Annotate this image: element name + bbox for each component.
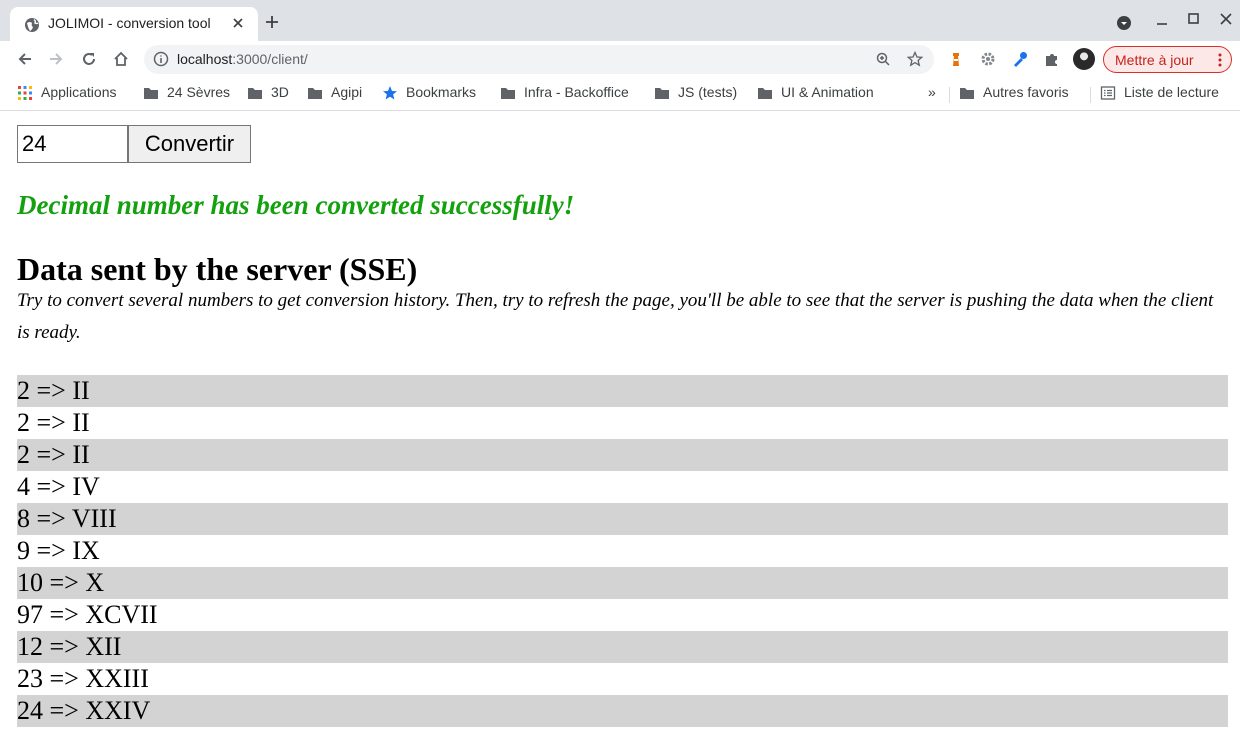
bookmark-label: Autres favoris <box>983 84 1069 100</box>
more-bookmarks-chevron[interactable]: » <box>928 84 936 100</box>
reading-list-icon <box>1100 86 1116 100</box>
bookmarks-bar: Applications 24 Sèvres 3D Agipi Bookmark… <box>0 78 1240 111</box>
url-path: :3000/client/ <box>232 51 308 67</box>
history-row: 23 => XXIII <box>17 664 149 693</box>
bookmark-label: Bookmarks <box>406 84 477 100</box>
extension-gear-icon[interactable] <box>979 50 997 68</box>
folder-icon <box>501 88 515 99</box>
avatar[interactable] <box>1073 48 1095 70</box>
history-row: 2 => II <box>17 408 90 437</box>
page-content: Convertir Decimal number has been conver… <box>0 111 1240 743</box>
number-input[interactable] <box>17 125 128 163</box>
tab-strip: JOLIMOI - conversion tool <box>0 0 1240 41</box>
folder-icon <box>960 88 974 99</box>
folder-icon <box>308 88 322 99</box>
extension-dropper-icon[interactable] <box>1011 50 1029 68</box>
browser-toolbar: localhost:3000/client/ Mettre à jour <box>0 41 1240 78</box>
history-row: 24 => XXIV <box>17 695 1228 727</box>
bookmark-label: JS (tests) <box>678 84 738 100</box>
zoom-icon[interactable] <box>875 51 891 67</box>
history-row: 8 => VIII <box>17 503 1228 535</box>
menu-dots-icon[interactable] <box>1218 53 1222 67</box>
folder-icon <box>144 88 158 99</box>
bookmark-separator <box>949 87 950 103</box>
history-row: 2 => II <box>17 439 1228 471</box>
history-row: 10 => X <box>17 567 1228 599</box>
browser-tab[interactable]: JOLIMOI - conversion tool <box>10 7 258 41</box>
bookmark-label: Liste de lecture <box>1124 84 1219 100</box>
puzzle-icon[interactable] <box>1043 50 1061 68</box>
bookmark-label: Agipi <box>331 84 363 100</box>
window-close-icon[interactable] <box>1218 11 1234 27</box>
reload-icon[interactable] <box>80 50 98 68</box>
conversion-history: 2 => II 2 => II 2 => II 4 => IV 8 => VII… <box>17 375 1228 727</box>
folder-icon <box>248 88 262 99</box>
bookmark-separator <box>1090 87 1091 103</box>
maximize-icon[interactable] <box>1186 11 1202 27</box>
history-row: 2 => II <box>17 375 1228 407</box>
success-message: Decimal number has been converted succes… <box>17 190 575 220</box>
tab-title: JOLIMOI - conversion tool <box>48 15 211 31</box>
new-tab-icon[interactable] <box>264 14 280 30</box>
star-icon <box>383 86 397 100</box>
bookmark-label: UI & Animation <box>781 84 874 100</box>
info-icon[interactable] <box>153 51 169 67</box>
bookmark-label: Applications <box>41 84 117 100</box>
star-outline-icon[interactable] <box>907 51 923 67</box>
bookmark-label: Infra - Backoffice <box>524 84 629 100</box>
section-title: Data sent by the server (SSE) <box>17 251 418 287</box>
history-row: 4 => IV <box>17 472 100 501</box>
tab-search-icon[interactable] <box>1116 15 1132 31</box>
home-icon[interactable] <box>112 50 130 68</box>
update-button[interactable]: Mettre à jour <box>1103 46 1232 73</box>
forward-arrow-icon[interactable] <box>47 50 65 68</box>
extension-lighthouse-icon[interactable] <box>947 50 965 68</box>
history-row: 12 => XII <box>17 631 1228 663</box>
close-icon[interactable] <box>230 15 246 31</box>
url-text: localhost:3000/client/ <box>177 51 308 67</box>
minimize-icon[interactable] <box>1154 12 1170 28</box>
section-description: Try to convert several numbers to get co… <box>17 290 1214 343</box>
address-bar[interactable]: localhost:3000/client/ <box>144 45 934 74</box>
bookmark-label: 24 Sèvres <box>167 84 231 100</box>
history-row: 9 => IX <box>17 536 100 565</box>
apps-grid-icon <box>18 86 32 100</box>
update-button-label: Mettre à jour <box>1115 52 1194 68</box>
folder-icon <box>758 88 772 99</box>
url-host: localhost <box>177 51 233 67</box>
convert-button[interactable]: Convertir <box>128 125 251 163</box>
bookmark-label: 3D <box>271 84 289 100</box>
back-arrow-icon[interactable] <box>16 50 34 68</box>
folder-icon <box>655 88 669 99</box>
history-row: 97 => XCVII <box>17 600 158 629</box>
globe-icon <box>25 18 39 32</box>
